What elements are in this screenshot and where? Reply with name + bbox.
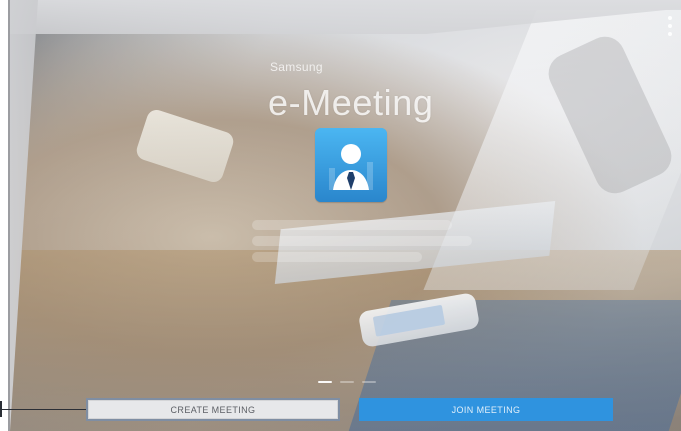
page-dot — [340, 381, 354, 383]
overlay-fog — [10, 0, 681, 431]
join-meeting-button[interactable]: JOIN MEETING — [359, 398, 613, 421]
menu-dot — [668, 32, 672, 36]
screen: Samsung e-Meeting CREATE MEETING JOIN ME… — [0, 0, 681, 431]
create-meeting-button[interactable]: CREATE MEETING — [86, 398, 340, 421]
blur-line-1 — [252, 220, 452, 230]
device-edge — [8, 0, 10, 431]
blur-line-2 — [252, 236, 472, 246]
menu-dot — [668, 16, 672, 20]
menu-dot — [668, 24, 672, 28]
page-dot — [362, 381, 376, 383]
callout-line — [0, 409, 86, 410]
more-vert-icon[interactable] — [665, 14, 675, 40]
blur-line-3 — [252, 252, 422, 262]
brand-subtitle: Samsung — [270, 60, 323, 74]
user-with-tie-icon — [315, 128, 387, 202]
join-meeting-label: JOIN MEETING — [451, 404, 521, 415]
page-dot-active — [318, 381, 332, 383]
brand-title: e-Meeting — [268, 82, 434, 123]
create-meeting-label: CREATE MEETING — [170, 404, 256, 415]
page-indicator — [318, 379, 388, 387]
